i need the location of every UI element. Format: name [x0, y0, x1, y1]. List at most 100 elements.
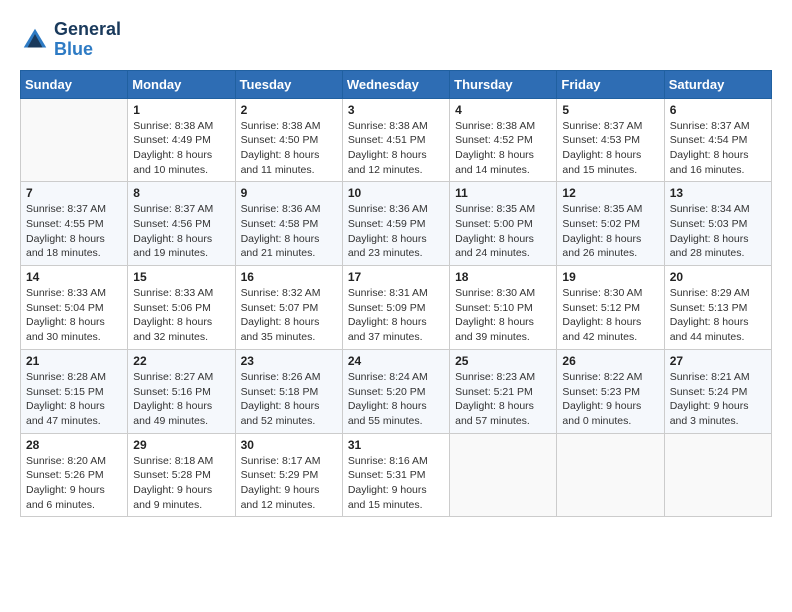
calendar-cell: 13 Sunrise: 8:34 AMSunset: 5:03 PMDaylig… — [664, 182, 771, 266]
day-info: Sunrise: 8:33 AMSunset: 5:06 PMDaylight:… — [133, 286, 229, 345]
calendar-cell: 4 Sunrise: 8:38 AMSunset: 4:52 PMDayligh… — [450, 98, 557, 182]
page-header: General Blue — [20, 20, 772, 60]
day-info: Sunrise: 8:26 AMSunset: 5:18 PMDaylight:… — [241, 370, 337, 429]
calendar-cell: 25 Sunrise: 8:23 AMSunset: 5:21 PMDaylig… — [450, 349, 557, 433]
calendar-cell: 18 Sunrise: 8:30 AMSunset: 5:10 PMDaylig… — [450, 266, 557, 350]
calendar-cell: 26 Sunrise: 8:22 AMSunset: 5:23 PMDaylig… — [557, 349, 664, 433]
column-header-monday: Monday — [128, 70, 235, 98]
day-number: 1 — [133, 103, 229, 117]
calendar-cell: 5 Sunrise: 8:37 AMSunset: 4:53 PMDayligh… — [557, 98, 664, 182]
calendar-cell — [450, 433, 557, 517]
calendar-cell: 22 Sunrise: 8:27 AMSunset: 5:16 PMDaylig… — [128, 349, 235, 433]
logo: General Blue — [20, 20, 121, 60]
calendar-cell: 15 Sunrise: 8:33 AMSunset: 5:06 PMDaylig… — [128, 266, 235, 350]
calendar-cell — [557, 433, 664, 517]
column-header-thursday: Thursday — [450, 70, 557, 98]
column-header-wednesday: Wednesday — [342, 70, 449, 98]
calendar-cell: 14 Sunrise: 8:33 AMSunset: 5:04 PMDaylig… — [21, 266, 128, 350]
day-info: Sunrise: 8:27 AMSunset: 5:16 PMDaylight:… — [133, 370, 229, 429]
calendar-cell — [664, 433, 771, 517]
day-number: 19 — [562, 270, 658, 284]
day-number: 2 — [241, 103, 337, 117]
calendar-week-2: 7 Sunrise: 8:37 AMSunset: 4:55 PMDayligh… — [21, 182, 772, 266]
day-info: Sunrise: 8:29 AMSunset: 5:13 PMDaylight:… — [670, 286, 766, 345]
calendar-cell: 30 Sunrise: 8:17 AMSunset: 5:29 PMDaylig… — [235, 433, 342, 517]
day-number: 13 — [670, 186, 766, 200]
day-info: Sunrise: 8:38 AMSunset: 4:51 PMDaylight:… — [348, 119, 444, 178]
day-number: 15 — [133, 270, 229, 284]
day-info: Sunrise: 8:20 AMSunset: 5:26 PMDaylight:… — [26, 454, 122, 513]
day-info: Sunrise: 8:34 AMSunset: 5:03 PMDaylight:… — [670, 202, 766, 261]
day-number: 7 — [26, 186, 122, 200]
calendar-cell: 9 Sunrise: 8:36 AMSunset: 4:58 PMDayligh… — [235, 182, 342, 266]
day-number: 29 — [133, 438, 229, 452]
day-info: Sunrise: 8:21 AMSunset: 5:24 PMDaylight:… — [670, 370, 766, 429]
day-number: 12 — [562, 186, 658, 200]
day-info: Sunrise: 8:38 AMSunset: 4:50 PMDaylight:… — [241, 119, 337, 178]
day-info: Sunrise: 8:31 AMSunset: 5:09 PMDaylight:… — [348, 286, 444, 345]
day-number: 10 — [348, 186, 444, 200]
calendar-cell: 21 Sunrise: 8:28 AMSunset: 5:15 PMDaylig… — [21, 349, 128, 433]
day-info: Sunrise: 8:38 AMSunset: 4:52 PMDaylight:… — [455, 119, 551, 178]
day-number: 24 — [348, 354, 444, 368]
calendar-week-5: 28 Sunrise: 8:20 AMSunset: 5:26 PMDaylig… — [21, 433, 772, 517]
day-number: 25 — [455, 354, 551, 368]
calendar-cell: 3 Sunrise: 8:38 AMSunset: 4:51 PMDayligh… — [342, 98, 449, 182]
calendar-cell: 23 Sunrise: 8:26 AMSunset: 5:18 PMDaylig… — [235, 349, 342, 433]
day-number: 21 — [26, 354, 122, 368]
column-header-friday: Friday — [557, 70, 664, 98]
calendar-week-4: 21 Sunrise: 8:28 AMSunset: 5:15 PMDaylig… — [21, 349, 772, 433]
day-info: Sunrise: 8:36 AMSunset: 4:58 PMDaylight:… — [241, 202, 337, 261]
calendar-week-1: 1 Sunrise: 8:38 AMSunset: 4:49 PMDayligh… — [21, 98, 772, 182]
day-info: Sunrise: 8:35 AMSunset: 5:00 PMDaylight:… — [455, 202, 551, 261]
calendar-cell: 10 Sunrise: 8:36 AMSunset: 4:59 PMDaylig… — [342, 182, 449, 266]
day-info: Sunrise: 8:33 AMSunset: 5:04 PMDaylight:… — [26, 286, 122, 345]
day-info: Sunrise: 8:22 AMSunset: 5:23 PMDaylight:… — [562, 370, 658, 429]
calendar-cell: 31 Sunrise: 8:16 AMSunset: 5:31 PMDaylig… — [342, 433, 449, 517]
day-info: Sunrise: 8:35 AMSunset: 5:02 PMDaylight:… — [562, 202, 658, 261]
day-number: 30 — [241, 438, 337, 452]
day-number: 5 — [562, 103, 658, 117]
calendar-cell: 12 Sunrise: 8:35 AMSunset: 5:02 PMDaylig… — [557, 182, 664, 266]
calendar-cell — [21, 98, 128, 182]
logo-text: General Blue — [54, 20, 121, 60]
day-number: 11 — [455, 186, 551, 200]
day-info: Sunrise: 8:18 AMSunset: 5:28 PMDaylight:… — [133, 454, 229, 513]
day-number: 4 — [455, 103, 551, 117]
day-info: Sunrise: 8:38 AMSunset: 4:49 PMDaylight:… — [133, 119, 229, 178]
day-info: Sunrise: 8:37 AMSunset: 4:55 PMDaylight:… — [26, 202, 122, 261]
day-number: 3 — [348, 103, 444, 117]
calendar-week-3: 14 Sunrise: 8:33 AMSunset: 5:04 PMDaylig… — [21, 266, 772, 350]
logo-icon — [20, 25, 50, 55]
calendar-cell: 6 Sunrise: 8:37 AMSunset: 4:54 PMDayligh… — [664, 98, 771, 182]
calendar-cell: 17 Sunrise: 8:31 AMSunset: 5:09 PMDaylig… — [342, 266, 449, 350]
calendar-table: SundayMondayTuesdayWednesdayThursdayFrid… — [20, 70, 772, 518]
day-number: 14 — [26, 270, 122, 284]
calendar-cell: 29 Sunrise: 8:18 AMSunset: 5:28 PMDaylig… — [128, 433, 235, 517]
day-number: 18 — [455, 270, 551, 284]
calendar-cell: 7 Sunrise: 8:37 AMSunset: 4:55 PMDayligh… — [21, 182, 128, 266]
day-number: 20 — [670, 270, 766, 284]
day-number: 6 — [670, 103, 766, 117]
day-number: 31 — [348, 438, 444, 452]
day-number: 8 — [133, 186, 229, 200]
day-number: 23 — [241, 354, 337, 368]
day-info: Sunrise: 8:16 AMSunset: 5:31 PMDaylight:… — [348, 454, 444, 513]
calendar-cell: 2 Sunrise: 8:38 AMSunset: 4:50 PMDayligh… — [235, 98, 342, 182]
day-info: Sunrise: 8:30 AMSunset: 5:12 PMDaylight:… — [562, 286, 658, 345]
day-number: 16 — [241, 270, 337, 284]
day-number: 22 — [133, 354, 229, 368]
calendar-cell: 24 Sunrise: 8:24 AMSunset: 5:20 PMDaylig… — [342, 349, 449, 433]
column-header-sunday: Sunday — [21, 70, 128, 98]
day-info: Sunrise: 8:32 AMSunset: 5:07 PMDaylight:… — [241, 286, 337, 345]
day-info: Sunrise: 8:28 AMSunset: 5:15 PMDaylight:… — [26, 370, 122, 429]
day-number: 28 — [26, 438, 122, 452]
column-header-saturday: Saturday — [664, 70, 771, 98]
calendar-cell: 19 Sunrise: 8:30 AMSunset: 5:12 PMDaylig… — [557, 266, 664, 350]
day-info: Sunrise: 8:23 AMSunset: 5:21 PMDaylight:… — [455, 370, 551, 429]
calendar-cell: 20 Sunrise: 8:29 AMSunset: 5:13 PMDaylig… — [664, 266, 771, 350]
day-info: Sunrise: 8:36 AMSunset: 4:59 PMDaylight:… — [348, 202, 444, 261]
calendar-cell: 8 Sunrise: 8:37 AMSunset: 4:56 PMDayligh… — [128, 182, 235, 266]
day-number: 17 — [348, 270, 444, 284]
calendar-cell: 16 Sunrise: 8:32 AMSunset: 5:07 PMDaylig… — [235, 266, 342, 350]
